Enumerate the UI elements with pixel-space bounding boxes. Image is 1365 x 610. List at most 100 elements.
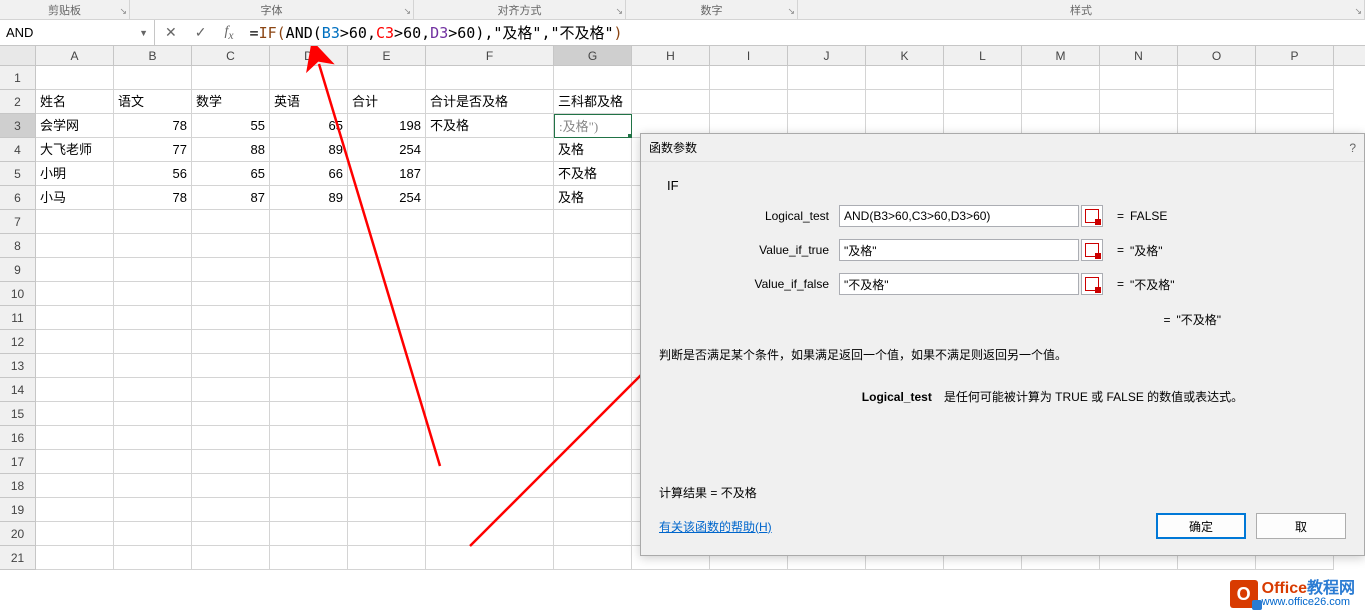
cell[interactable]	[426, 378, 554, 402]
insert-function-icon[interactable]: fx	[224, 24, 233, 42]
cell[interactable]	[36, 258, 114, 282]
cell[interactable]	[192, 474, 270, 498]
cell[interactable]: 小明	[36, 162, 114, 186]
row-header[interactable]: 16	[0, 426, 36, 450]
cell[interactable]: 56	[114, 162, 192, 186]
row-header[interactable]: 10	[0, 282, 36, 306]
cancel-formula-icon[interactable]: ✕	[165, 24, 177, 41]
cell[interactable]	[36, 354, 114, 378]
cell[interactable]	[36, 450, 114, 474]
cell[interactable]	[554, 354, 632, 378]
enter-formula-icon[interactable]: ✓	[195, 24, 207, 41]
cell[interactable]	[1256, 66, 1334, 90]
dialog-launcher-icon[interactable]: ↘	[1354, 6, 1362, 17]
cell[interactable]	[348, 354, 426, 378]
cell[interactable]	[270, 450, 348, 474]
cell[interactable]	[192, 546, 270, 570]
row-header[interactable]: 21	[0, 546, 36, 570]
cell[interactable]	[554, 66, 632, 90]
cell[interactable]	[426, 306, 554, 330]
cell[interactable]	[192, 402, 270, 426]
row-header[interactable]: 17	[0, 450, 36, 474]
cell[interactable]	[944, 90, 1022, 114]
cell[interactable]	[348, 234, 426, 258]
cell[interactable]	[348, 330, 426, 354]
cell[interactable]	[348, 426, 426, 450]
row-header[interactable]: 13	[0, 354, 36, 378]
cell[interactable]	[36, 378, 114, 402]
cell[interactable]	[114, 402, 192, 426]
cell[interactable]: 89	[270, 138, 348, 162]
cell[interactable]	[114, 546, 192, 570]
cell[interactable]	[866, 90, 944, 114]
cell[interactable]	[348, 498, 426, 522]
cell[interactable]	[554, 522, 632, 546]
cell[interactable]	[192, 330, 270, 354]
row-header[interactable]: 15	[0, 402, 36, 426]
cell[interactable]	[426, 546, 554, 570]
cell[interactable]	[270, 426, 348, 450]
column-header[interactable]: L	[944, 46, 1022, 65]
cell[interactable]	[1256, 90, 1334, 114]
cell[interactable]	[426, 258, 554, 282]
cancel-button[interactable]: 取	[1256, 513, 1346, 539]
cell[interactable]	[192, 378, 270, 402]
cell[interactable]: 65	[270, 114, 348, 138]
cell[interactable]	[270, 522, 348, 546]
column-header[interactable]: I	[710, 46, 788, 65]
fill-handle[interactable]	[628, 134, 632, 138]
cell[interactable]	[554, 378, 632, 402]
cell[interactable]	[114, 498, 192, 522]
cell[interactable]: 198	[348, 114, 426, 138]
cell[interactable]	[114, 258, 192, 282]
dialog-titlebar[interactable]: 函数参数 ?	[641, 134, 1364, 162]
cell[interactable]	[192, 306, 270, 330]
cell[interactable]	[788, 90, 866, 114]
formula-input[interactable]: =IF(AND(B3>60,C3>60,D3>60),"及格","不及格")	[244, 22, 1365, 43]
cell[interactable]	[426, 498, 554, 522]
cell[interactable]: 89	[270, 186, 348, 210]
cell[interactable]	[114, 474, 192, 498]
cell[interactable]	[114, 282, 192, 306]
cell[interactable]: 78	[114, 186, 192, 210]
cell[interactable]: 78	[114, 114, 192, 138]
cell[interactable]	[554, 234, 632, 258]
cell[interactable]	[192, 450, 270, 474]
column-header[interactable]: P	[1256, 46, 1334, 65]
cell[interactable]	[114, 426, 192, 450]
row-header[interactable]: 12	[0, 330, 36, 354]
row-header[interactable]: 6	[0, 186, 36, 210]
cell[interactable]	[348, 210, 426, 234]
cell[interactable]	[270, 210, 348, 234]
cell[interactable]	[944, 66, 1022, 90]
cell[interactable]	[348, 66, 426, 90]
cell[interactable]	[426, 450, 554, 474]
cell[interactable]	[114, 210, 192, 234]
row-header[interactable]: 18	[0, 474, 36, 498]
cell[interactable]	[710, 90, 788, 114]
row-header[interactable]: 1	[0, 66, 36, 90]
chevron-down-icon[interactable]: ▼	[139, 28, 148, 38]
column-header[interactable]: J	[788, 46, 866, 65]
cell[interactable]	[114, 66, 192, 90]
cell[interactable]	[554, 210, 632, 234]
row-header[interactable]: 3	[0, 114, 36, 138]
cell[interactable]	[788, 66, 866, 90]
argument-input[interactable]	[839, 239, 1079, 261]
cell[interactable]: 语文	[114, 90, 192, 114]
cell[interactable]	[270, 234, 348, 258]
column-header[interactable]: G	[554, 46, 632, 65]
range-picker-icon[interactable]	[1081, 239, 1103, 261]
cell[interactable]	[270, 306, 348, 330]
cell[interactable]	[1100, 66, 1178, 90]
cell[interactable]	[554, 498, 632, 522]
cell[interactable]	[1178, 66, 1256, 90]
cell[interactable]	[36, 522, 114, 546]
cell[interactable]	[114, 330, 192, 354]
column-header[interactable]: F	[426, 46, 554, 65]
ok-button[interactable]: 确定	[1156, 513, 1246, 539]
row-header[interactable]: 14	[0, 378, 36, 402]
cell[interactable]: 合计	[348, 90, 426, 114]
cell[interactable]: 66	[270, 162, 348, 186]
cell[interactable]	[36, 426, 114, 450]
